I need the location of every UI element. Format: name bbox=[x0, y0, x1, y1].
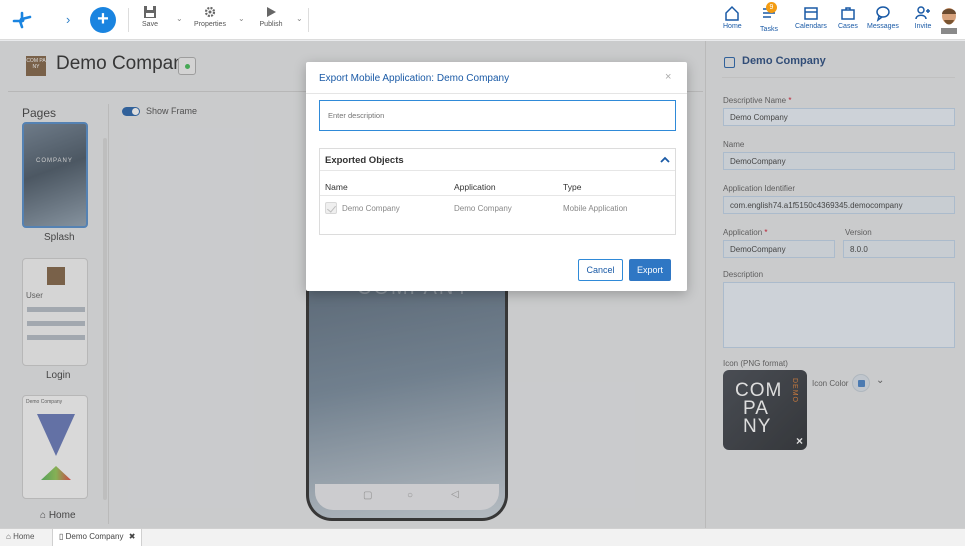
divider bbox=[320, 195, 675, 196]
chevron-up-icon[interactable] bbox=[660, 155, 670, 165]
document-icon: ▯ bbox=[59, 532, 64, 541]
status-home-label: Home bbox=[13, 532, 35, 541]
export-button[interactable]: Export bbox=[629, 259, 671, 281]
dialog-title: Export Mobile Application: Demo Company bbox=[319, 73, 510, 84]
tab-label: Demo Company bbox=[65, 532, 124, 541]
app-logo-icon[interactable] bbox=[10, 7, 34, 31]
chevron-down-icon[interactable]: ⌄ bbox=[238, 14, 245, 23]
cell-application: Demo Company bbox=[454, 204, 512, 213]
calendar-icon bbox=[804, 7, 818, 20]
exported-objects-panel: Exported Objects Name Application Type D… bbox=[319, 148, 676, 235]
home-icon: ⌂ bbox=[6, 532, 11, 541]
top-toolbar: › + Save ⌄ Properties ⌄ Publish ⌄ Home 9… bbox=[0, 0, 965, 40]
nav-home[interactable]: Home bbox=[723, 4, 742, 30]
add-user-icon bbox=[915, 6, 930, 20]
nav-invite[interactable]: Invite bbox=[914, 4, 932, 30]
cell-name: Demo Company bbox=[342, 204, 400, 213]
save-button[interactable]: Save bbox=[136, 5, 164, 28]
properties-button[interactable]: Properties bbox=[190, 5, 230, 28]
nav-cases-label: Cases bbox=[838, 23, 858, 30]
panel-header[interactable]: Exported Objects bbox=[320, 149, 675, 171]
tab-demo-company[interactable]: ▯ Demo Company ✖ bbox=[52, 529, 143, 546]
status-bar: ⌂ Home ▯ Demo Company ✖ bbox=[0, 528, 965, 546]
close-icon[interactable]: × bbox=[665, 71, 671, 83]
toolbar-divider bbox=[308, 8, 309, 32]
nav-invite-label: Invite bbox=[914, 23, 932, 30]
toolbar-divider bbox=[128, 8, 129, 32]
cancel-button[interactable]: Cancel bbox=[578, 259, 623, 281]
status-home[interactable]: ⌂ Home bbox=[6, 532, 34, 541]
chevron-down-icon[interactable]: ⌄ bbox=[296, 14, 303, 23]
save-label: Save bbox=[142, 21, 158, 28]
column-header-type: Type bbox=[563, 182, 582, 192]
avatar[interactable] bbox=[938, 6, 960, 34]
nav-messages-label: Messages bbox=[867, 23, 899, 30]
export-dialog: Export Mobile Application: Demo Company … bbox=[306, 62, 687, 291]
chat-bubble-icon bbox=[876, 6, 890, 22]
column-header-name: Name bbox=[325, 182, 348, 192]
panel-title: Exported Objects bbox=[325, 155, 404, 166]
publish-label: Publish bbox=[259, 21, 283, 28]
nav-cases[interactable]: Cases bbox=[838, 4, 858, 30]
nav-calendars-label: Calendars bbox=[795, 23, 827, 30]
chevron-down-icon[interactable]: ⌄ bbox=[176, 14, 183, 23]
description-input[interactable] bbox=[319, 100, 676, 131]
play-icon bbox=[267, 7, 276, 17]
publish-button[interactable]: Publish bbox=[254, 5, 288, 28]
cell-type: Mobile Application bbox=[563, 204, 628, 213]
close-icon[interactable]: ✖ bbox=[129, 532, 136, 541]
add-button[interactable]: + bbox=[90, 7, 116, 33]
divider bbox=[306, 93, 687, 94]
nav-tasks[interactable]: 9 Tasks bbox=[760, 2, 778, 33]
briefcase-icon bbox=[841, 7, 855, 20]
save-icon bbox=[144, 6, 156, 18]
gear-icon bbox=[204, 6, 216, 18]
nav-home-label: Home bbox=[723, 23, 742, 30]
column-header-application: Application bbox=[454, 182, 496, 192]
tasks-badge: 9 bbox=[766, 2, 777, 13]
nav-messages[interactable]: Messages bbox=[867, 4, 899, 30]
chevron-right-icon[interactable]: › bbox=[66, 12, 70, 27]
home-icon bbox=[725, 5, 740, 21]
properties-label: Properties bbox=[194, 21, 226, 28]
nav-tasks-label: Tasks bbox=[760, 26, 778, 33]
row-checkbox[interactable] bbox=[325, 202, 337, 214]
nav-calendars[interactable]: Calendars bbox=[795, 4, 827, 30]
